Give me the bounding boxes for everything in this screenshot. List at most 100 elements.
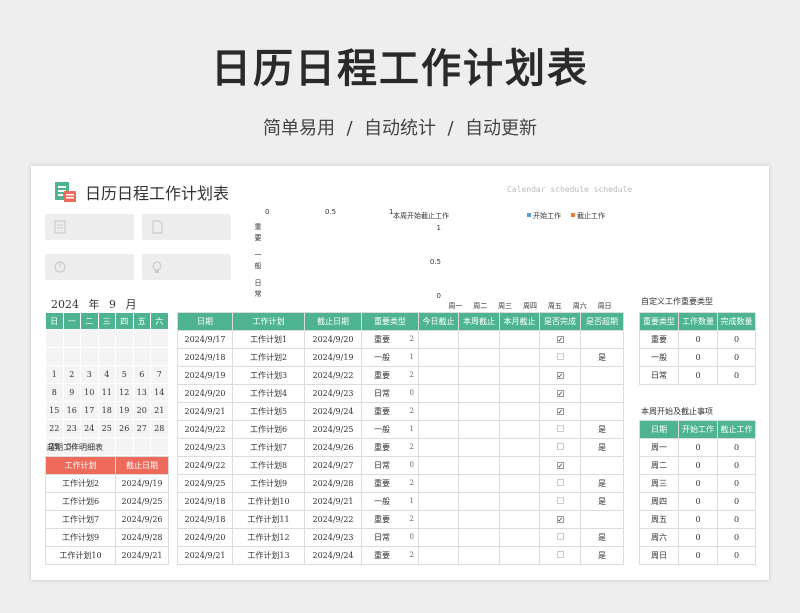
- due-date-cell[interactable]: 2024/9/26: [304, 438, 362, 457]
- date-cell[interactable]: 2024/9/21: [177, 546, 233, 565]
- done-checkbox[interactable]: [556, 479, 564, 486]
- done-checkbox[interactable]: [556, 443, 564, 450]
- calendar-day-cell[interactable]: 16: [62, 401, 81, 420]
- plan-cell[interactable]: 工作计划4: [232, 384, 305, 403]
- calendar-day-cell[interactable]: [97, 329, 116, 348]
- due-date-cell[interactable]: 2024/9/21: [304, 492, 362, 511]
- calendar-day-cell[interactable]: 11: [97, 383, 116, 402]
- chart-button[interactable]: [45, 254, 134, 280]
- due-date-cell[interactable]: 2024/9/24: [304, 546, 362, 565]
- date-cell[interactable]: 2024/9/18: [177, 492, 233, 511]
- calendar-day-cell[interactable]: 13: [132, 383, 151, 402]
- calendar-day-cell[interactable]: [62, 347, 81, 366]
- type-cell[interactable]: 重要 2: [361, 474, 419, 493]
- type-cell[interactable]: 重要 2: [361, 402, 419, 421]
- calendar-day-cell[interactable]: 26: [115, 419, 134, 438]
- date-cell[interactable]: 2024/9/18: [177, 510, 233, 529]
- plan-cell[interactable]: 工作计划8: [232, 456, 305, 475]
- calendar-day-cell[interactable]: [150, 347, 169, 366]
- type-cell[interactable]: 一般 1: [361, 348, 419, 367]
- calendar-day-cell[interactable]: 17: [80, 401, 99, 420]
- calendar-day-cell[interactable]: [45, 329, 64, 348]
- calendar-day-cell[interactable]: 24: [80, 419, 99, 438]
- calendar-day-cell[interactable]: 4: [97, 365, 116, 384]
- calendar-day-cell[interactable]: [97, 347, 116, 366]
- date-cell[interactable]: 2024/9/25: [177, 474, 233, 493]
- due-date-cell[interactable]: 2024/9/27: [304, 456, 362, 475]
- done-checkbox[interactable]: ✓: [556, 372, 564, 380]
- date-cell[interactable]: 2024/9/18: [177, 348, 233, 367]
- plan-cell[interactable]: 工作计划12: [232, 528, 305, 547]
- calendar-day-cell[interactable]: 12: [115, 383, 134, 402]
- calendar-day-cell[interactable]: 14: [150, 383, 169, 402]
- calendar-day-cell[interactable]: [115, 437, 134, 456]
- calendar-day-cell[interactable]: 2: [62, 365, 81, 384]
- date-cell[interactable]: 2024/9/20: [177, 528, 233, 547]
- file-button[interactable]: [142, 214, 231, 240]
- calendar-day-cell[interactable]: [132, 347, 151, 366]
- calendar-day-cell[interactable]: 1: [45, 365, 64, 384]
- calendar-day-cell[interactable]: 9: [62, 383, 81, 402]
- date-cell[interactable]: 2024/9/23: [177, 438, 233, 457]
- due-date-cell[interactable]: 2024/9/23: [304, 384, 362, 403]
- calendar-day-cell[interactable]: 28: [150, 419, 169, 438]
- calendar-day-cell[interactable]: [80, 329, 99, 348]
- type-cell[interactable]: 重要 2: [361, 546, 419, 565]
- done-checkbox[interactable]: [556, 551, 564, 558]
- date-cell[interactable]: 2024/9/20: [177, 384, 233, 403]
- date-cell[interactable]: 2024/9/19: [177, 366, 233, 385]
- calendar-day-cell[interactable]: [80, 347, 99, 366]
- calendar-day-cell[interactable]: 3: [80, 365, 99, 384]
- calendar-day-cell[interactable]: [132, 329, 151, 348]
- plan-cell[interactable]: 工作计划11: [232, 510, 305, 529]
- plan-cell[interactable]: 工作计划10: [232, 492, 305, 511]
- calendar-day-cell[interactable]: 8: [45, 383, 64, 402]
- calendar-day-cell[interactable]: 19: [115, 401, 134, 420]
- calendar-day-cell[interactable]: 7: [150, 365, 169, 384]
- due-date-cell[interactable]: 2024/9/28: [304, 474, 362, 493]
- date-cell[interactable]: 2024/9/17: [177, 330, 233, 349]
- type-cell[interactable]: 一般 1: [361, 492, 419, 511]
- plan-cell[interactable]: 工作计划13: [232, 546, 305, 565]
- calendar-day-cell[interactable]: 6: [132, 365, 151, 384]
- idea-button[interactable]: [142, 254, 231, 280]
- document-button[interactable]: [45, 214, 134, 240]
- done-checkbox[interactable]: ✓: [556, 408, 564, 416]
- date-cell[interactable]: 2024/9/22: [177, 420, 233, 439]
- calendar-day-cell[interactable]: 5: [115, 365, 134, 384]
- type-cell[interactable]: 日常 0: [361, 456, 419, 475]
- calendar-day-cell[interactable]: 18: [97, 401, 116, 420]
- calendar-day-cell[interactable]: [150, 329, 169, 348]
- calendar-day-cell[interactable]: 20: [132, 401, 151, 420]
- calendar-day-cell[interactable]: 15: [45, 401, 64, 420]
- calendar-day-cell[interactable]: 25: [97, 419, 116, 438]
- due-date-cell[interactable]: 2024/9/23: [304, 528, 362, 547]
- calendar-day-cell[interactable]: [115, 347, 134, 366]
- date-cell[interactable]: 2024/9/21: [177, 402, 233, 421]
- type-cell[interactable]: 日常 0: [361, 384, 419, 403]
- due-date-cell[interactable]: 2024/9/19: [304, 348, 362, 367]
- plan-cell[interactable]: 工作计划6: [232, 420, 305, 439]
- done-checkbox[interactable]: ✓: [556, 516, 564, 524]
- calendar-day-cell[interactable]: [132, 437, 151, 456]
- calendar-day-cell[interactable]: 27: [132, 419, 151, 438]
- type-cell[interactable]: 日常 0: [361, 528, 419, 547]
- plan-cell[interactable]: 工作计划7: [232, 438, 305, 457]
- plan-cell[interactable]: 工作计划5: [232, 402, 305, 421]
- due-date-cell[interactable]: 2024/9/25: [304, 420, 362, 439]
- done-checkbox[interactable]: ✓: [556, 462, 564, 470]
- due-date-cell[interactable]: 2024/9/20: [304, 330, 362, 349]
- calendar-day-cell[interactable]: 22: [45, 419, 64, 438]
- calendar-day-cell[interactable]: 10: [80, 383, 99, 402]
- plan-cell[interactable]: 工作计划1: [232, 330, 305, 349]
- calendar-day-cell[interactable]: [115, 329, 134, 348]
- calendar-day-cell[interactable]: [45, 347, 64, 366]
- done-checkbox[interactable]: [556, 497, 564, 504]
- calendar-day-cell[interactable]: 23: [62, 419, 81, 438]
- done-checkbox[interactable]: [556, 425, 564, 432]
- done-checkbox[interactable]: ✓: [556, 390, 564, 398]
- due-date-cell[interactable]: 2024/9/22: [304, 366, 362, 385]
- type-cell[interactable]: 重要 2: [361, 366, 419, 385]
- done-checkbox[interactable]: [556, 533, 564, 540]
- type-cell[interactable]: 重要 2: [361, 330, 419, 349]
